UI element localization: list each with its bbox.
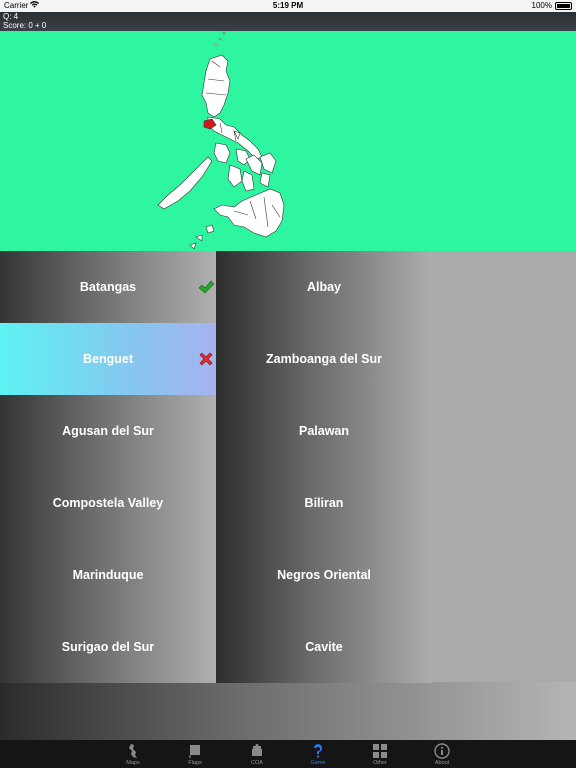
- answer-compostela-valley[interactable]: Compostela Valley: [0, 467, 216, 539]
- status-time: 5:19 PM: [272, 1, 304, 10]
- tab-label: About: [434, 760, 450, 766]
- answer-agusan-del-sur[interactable]: Agusan del Sur: [0, 395, 216, 467]
- map-area: [0, 31, 576, 251]
- answer-label: Surigao del Sur: [61, 640, 155, 654]
- answer-zamboanga-del-sur[interactable]: Zamboanga del Sur: [216, 323, 432, 395]
- tab-coa[interactable]: COA: [237, 740, 277, 768]
- quiz-info-bar: Q: 4 Score: 0 + 0: [0, 12, 576, 31]
- answers-area: Batangas Benguet Agusan del Sur Composte…: [0, 251, 576, 740]
- tab-label: COA: [251, 760, 263, 766]
- philippines-map: [157, 31, 285, 250]
- tab-label: Flags: [188, 760, 202, 766]
- answer-label: Batangas: [79, 280, 137, 294]
- battery-percent: 100%: [531, 1, 552, 10]
- flag-icon: [185, 742, 205, 760]
- answer-biliran[interactable]: Biliran: [216, 467, 432, 539]
- check-icon: [198, 280, 214, 294]
- answer-label: Agusan del Sur: [62, 424, 154, 438]
- tab-label: Maps: [126, 760, 140, 766]
- answer-marinduque[interactable]: Marinduque: [0, 539, 216, 611]
- answer-label: Palawan: [298, 424, 350, 438]
- tab-bar: Maps Flags COA Game Other About: [0, 740, 576, 768]
- crest-icon: [247, 742, 267, 760]
- battery-icon: [555, 2, 572, 10]
- right-panel: [432, 251, 576, 682]
- answer-column-right: Albay Zamboanga del Sur Palawan Biliran …: [216, 251, 432, 683]
- map-icon: [123, 742, 143, 760]
- answer-label: Compostela Valley: [52, 496, 164, 510]
- answer-column-left: Batangas Benguet Agusan del Sur Composte…: [0, 251, 216, 683]
- score-display: Score: 0 + 0: [3, 21, 47, 30]
- answer-label: Albay: [306, 280, 342, 294]
- answer-surigao-del-sur[interactable]: Surigao del Sur: [0, 611, 216, 683]
- answer-batangas[interactable]: Batangas: [0, 251, 216, 323]
- tab-other[interactable]: Other: [360, 740, 400, 768]
- tab-about[interactable]: About: [422, 740, 462, 768]
- question-number: Q: 4: [3, 12, 19, 21]
- answer-cavite[interactable]: Cavite: [216, 611, 432, 683]
- answer-negros-oriental[interactable]: Negros Oriental: [216, 539, 432, 611]
- tab-label: Game: [310, 760, 326, 766]
- tab-flags[interactable]: Flags: [175, 740, 215, 768]
- answer-albay[interactable]: Albay: [216, 251, 432, 323]
- answer-palawan[interactable]: Palawan: [216, 395, 432, 467]
- status-bar: Carrier 5:19 PM 100%: [0, 0, 576, 12]
- answer-label: Biliran: [304, 496, 344, 510]
- x-icon: [199, 352, 213, 366]
- tab-label: Other: [373, 760, 387, 766]
- answer-label: Negros Oriental: [277, 568, 371, 582]
- tab-maps[interactable]: Maps: [113, 740, 153, 768]
- answer-label: Benguet: [83, 352, 133, 366]
- grid-icon: [370, 742, 390, 760]
- answer-benguet[interactable]: Benguet: [0, 323, 216, 395]
- tab-game[interactable]: Game: [298, 740, 338, 768]
- answer-label: Zamboanga del Sur: [266, 352, 382, 366]
- question-icon: [308, 742, 328, 760]
- info-icon: [432, 742, 452, 760]
- answer-label: Cavite: [305, 640, 343, 654]
- answer-label: Marinduque: [72, 568, 144, 582]
